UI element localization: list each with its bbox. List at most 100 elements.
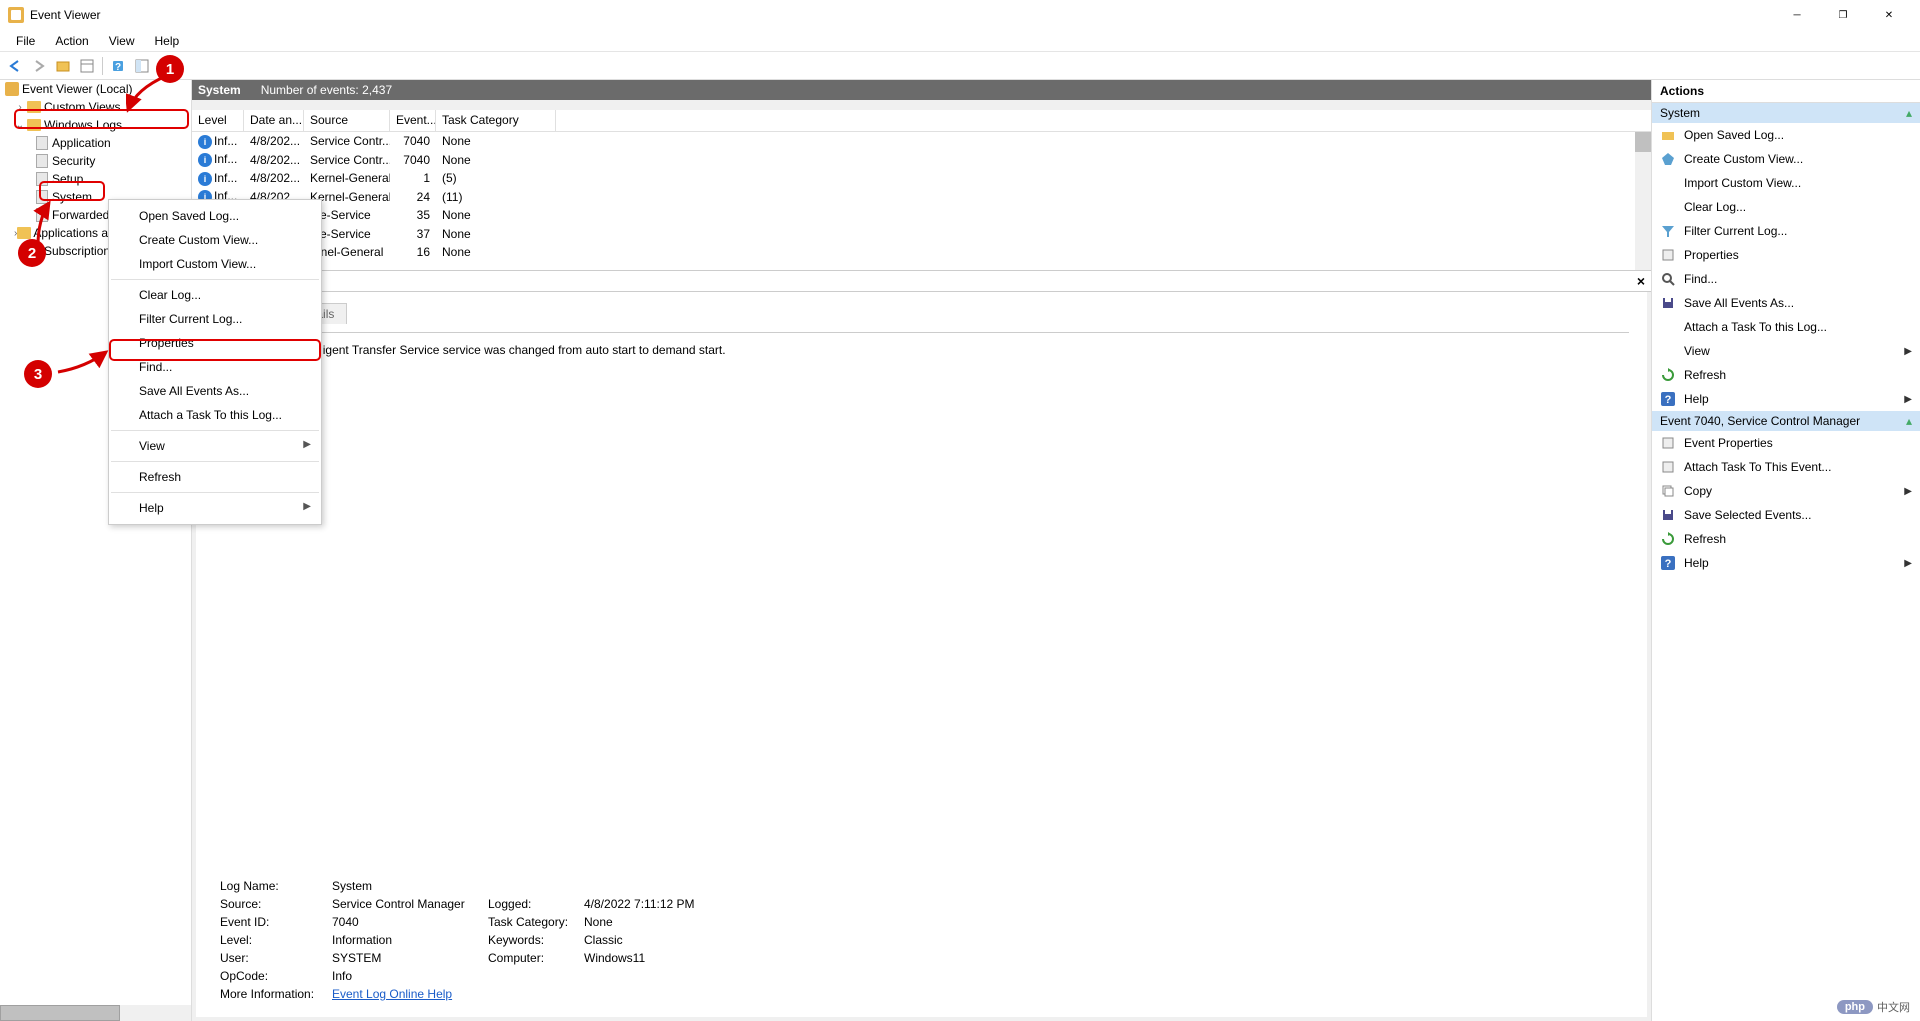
action-item[interactable]: Refresh [1652, 527, 1920, 551]
table-row[interactable]: ernel-General16None [192, 243, 1651, 262]
action-item[interactable]: Create Custom View... [1652, 147, 1920, 171]
value-logname: System [332, 879, 482, 893]
window-title: Event Viewer [30, 8, 1774, 22]
column-source[interactable]: Source [304, 110, 390, 131]
action-label: Open Saved Log... [1684, 128, 1784, 142]
maximize-button[interactable]: ❐ [1820, 0, 1866, 30]
ctx-separator [111, 461, 319, 462]
action-item[interactable]: Event Properties [1652, 431, 1920, 455]
action-icon [1660, 199, 1676, 215]
actions-group-event[interactable]: Event 7040, Service Control Manager▴ [1652, 411, 1920, 431]
column-event[interactable]: Event... [390, 110, 436, 131]
ctx-help[interactable]: Help▶ [109, 496, 321, 520]
action-label: Clear Log... [1684, 200, 1746, 214]
action-item[interactable]: Properties [1652, 243, 1920, 267]
window-controls: ─ ❐ ✕ [1774, 0, 1912, 30]
detail-close-icon[interactable]: × [1637, 273, 1645, 289]
action-item[interactable]: Find... [1652, 267, 1920, 291]
toolbar-btn-2[interactable] [76, 55, 98, 77]
forward-button[interactable] [28, 55, 50, 77]
ctx-attach-task[interactable]: Attach a Task To this Log... [109, 403, 321, 427]
table-row[interactable]: me-Service37None [192, 225, 1651, 244]
collapse-icon[interactable]: ▴ [1906, 106, 1912, 120]
tree-custom-views[interactable]: ›Custom Views [0, 98, 191, 116]
action-item[interactable]: Attach Task To This Event... [1652, 455, 1920, 479]
action-icon [1660, 319, 1676, 335]
log-icon [34, 207, 50, 223]
ctx-save-all-events[interactable]: Save All Events As... [109, 379, 321, 403]
action-item[interactable]: Import Custom View... [1652, 171, 1920, 195]
action-label: Event Properties [1684, 436, 1773, 450]
action-item[interactable]: Filter Current Log... [1652, 219, 1920, 243]
actions-group-system[interactable]: System▴ [1652, 103, 1920, 123]
label-user: User: [220, 951, 326, 965]
collapse-icon[interactable]: ⌄ [14, 120, 26, 131]
ctx-open-saved-log[interactable]: Open Saved Log... [109, 204, 321, 228]
grid-body: iInf...4/8/202...Service Contr...7040Non… [192, 132, 1651, 270]
minimize-button[interactable]: ─ [1774, 0, 1820, 30]
action-icon [1660, 343, 1676, 359]
ctx-properties[interactable]: Properties [109, 331, 321, 355]
menu-help[interactable]: Help [145, 32, 190, 50]
tree-security[interactable]: Security [0, 152, 191, 170]
actions-title: Actions [1652, 80, 1920, 103]
value-eventid: 7040 [332, 915, 482, 929]
action-item[interactable]: Copy▶ [1652, 479, 1920, 503]
ctx-filter-current-log[interactable]: Filter Current Log... [109, 307, 321, 331]
action-item[interactable]: Save All Events As... [1652, 291, 1920, 315]
action-item[interactable]: Save Selected Events... [1652, 503, 1920, 527]
close-button[interactable]: ✕ [1866, 0, 1912, 30]
ctx-view[interactable]: View▶ [109, 434, 321, 458]
tree-root[interactable]: Event Viewer (Local) [0, 80, 191, 98]
menu-file[interactable]: File [6, 32, 45, 50]
collapse-icon[interactable]: ▴ [1906, 414, 1912, 428]
ctx-find[interactable]: Find... [109, 355, 321, 379]
action-label: Refresh [1684, 368, 1726, 382]
action-item[interactable]: Open Saved Log... [1652, 123, 1920, 147]
toolbar-btn-1[interactable] [52, 55, 74, 77]
ctx-refresh[interactable]: Refresh [109, 465, 321, 489]
table-row[interactable]: iInf...4/8/202...Service Contr...7040Non… [192, 132, 1651, 151]
svg-text:?: ? [115, 62, 121, 73]
toolbar: ? [0, 52, 1920, 80]
expand-icon[interactable]: › [14, 102, 26, 113]
action-label: Properties [1684, 248, 1739, 262]
action-item[interactable]: ?Help▶ [1652, 387, 1920, 411]
action-item[interactable]: View▶ [1652, 339, 1920, 363]
action-icon [1660, 435, 1676, 451]
ctx-create-custom-view[interactable]: Create Custom View... [109, 228, 321, 252]
scrollbar-thumb[interactable] [0, 1005, 120, 1021]
table-row[interactable]: iInf...4/8/202...Kernel-General24(11) [192, 188, 1651, 207]
ctx-import-custom-view[interactable]: Import Custom View... [109, 252, 321, 276]
toolbar-btn-3[interactable]: ? [107, 55, 129, 77]
table-row[interactable]: me-Service35None [192, 206, 1651, 225]
link-online-help[interactable]: Event Log Online Help [332, 987, 452, 1001]
tree-application[interactable]: Application [0, 134, 191, 152]
tree-scrollbar[interactable] [0, 1005, 191, 1021]
back-button[interactable] [4, 55, 26, 77]
toolbar-separator [102, 57, 103, 75]
table-row[interactable]: iInf...4/8/202...Kernel-General1(5) [192, 169, 1651, 188]
action-item[interactable]: Clear Log... [1652, 195, 1920, 219]
action-item[interactable]: ?Help▶ [1652, 551, 1920, 575]
menu-view[interactable]: View [99, 32, 145, 50]
ctx-separator [111, 279, 319, 280]
tree-root-label: Event Viewer (Local) [22, 82, 133, 96]
action-item[interactable]: Refresh [1652, 363, 1920, 387]
toolbar-btn-4[interactable] [131, 55, 153, 77]
action-item[interactable]: Attach a Task To this Log... [1652, 315, 1920, 339]
column-task[interactable]: Task Category [436, 110, 556, 131]
watermark-cn: 中文网 [1877, 999, 1910, 1015]
menu-action[interactable]: Action [45, 32, 98, 50]
column-level[interactable]: Level [192, 110, 244, 131]
scrollbar-thumb[interactable] [1635, 132, 1651, 152]
action-label: Help [1684, 392, 1709, 406]
column-date[interactable]: Date an... [244, 110, 304, 131]
ctx-clear-log[interactable]: Clear Log... [109, 283, 321, 307]
action-label: Filter Current Log... [1684, 224, 1787, 238]
log-icon [34, 153, 50, 169]
grid-scrollbar[interactable] [1635, 132, 1651, 270]
tree-setup[interactable]: Setup [0, 170, 191, 188]
tree-windows-logs[interactable]: ⌄Windows Logs [0, 116, 191, 134]
table-row[interactable]: iInf...4/8/202...Service Contr...7040Non… [192, 151, 1651, 170]
